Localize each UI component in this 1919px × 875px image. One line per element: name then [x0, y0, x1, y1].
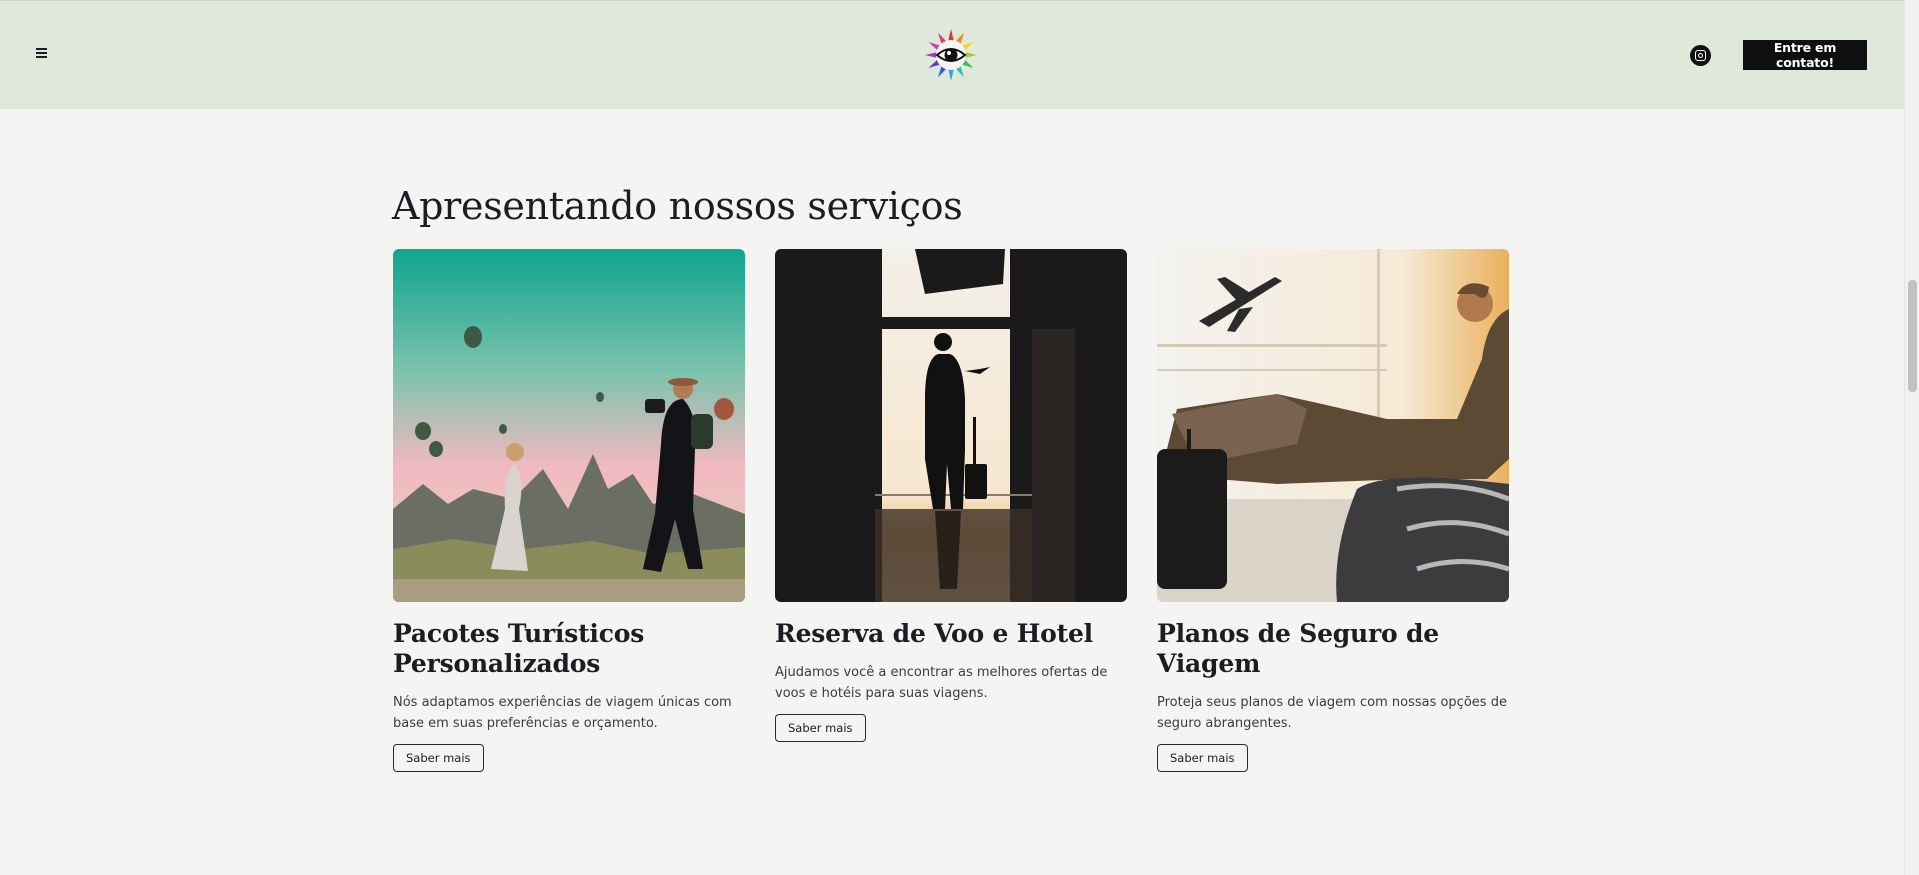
card-title: Planos de Seguro de Viagem	[1157, 619, 1439, 678]
site-header: Entre em contato!	[0, 0, 1904, 109]
card-description: Proteja seus planos de viagem com nossas…	[1157, 695, 1507, 731]
service-card-tour-packages: Pacotes Turísticos Personalizados Nós ad…	[393, 249, 745, 772]
card-description: Ajudamos você a encontrar as melhores of…	[775, 665, 1108, 701]
page: Entre em contato! Apresentando nossos se…	[0, 0, 1919, 875]
hamburger-menu-icon[interactable]	[36, 48, 50, 60]
learn-more-button[interactable]: Saber mais	[393, 744, 484, 772]
page-scrollbar[interactable]	[1904, 0, 1919, 875]
service-card-flight-hotel: Reserva de Voo e Hotel Ajudamos você a e…	[775, 249, 1127, 742]
learn-more-button[interactable]: Saber mais	[775, 714, 866, 742]
learn-more-button[interactable]: Saber mais	[1157, 744, 1248, 772]
card-title: Reserva de Voo e Hotel	[775, 619, 1093, 648]
scrollbar-thumb[interactable]	[1908, 280, 1917, 392]
instagram-icon[interactable]	[1690, 45, 1711, 66]
service-card-travel-insurance: Planos de Seguro de Viagem Proteja seus …	[1157, 249, 1509, 772]
card-image-airport-window	[775, 249, 1127, 602]
card-image-airport-lounge	[1157, 249, 1509, 602]
card-description: Nós adaptamos experiências de viagem úni…	[393, 695, 732, 731]
section-title: Apresentando nossos serviços	[392, 184, 963, 228]
rainbow-eye-logo	[925, 29, 977, 81]
logo[interactable]	[925, 29, 977, 81]
contact-button[interactable]: Entre em contato!	[1743, 40, 1867, 70]
card-title: Pacotes Turísticos Personalizados	[393, 619, 645, 678]
card-image-balloons	[393, 249, 745, 602]
